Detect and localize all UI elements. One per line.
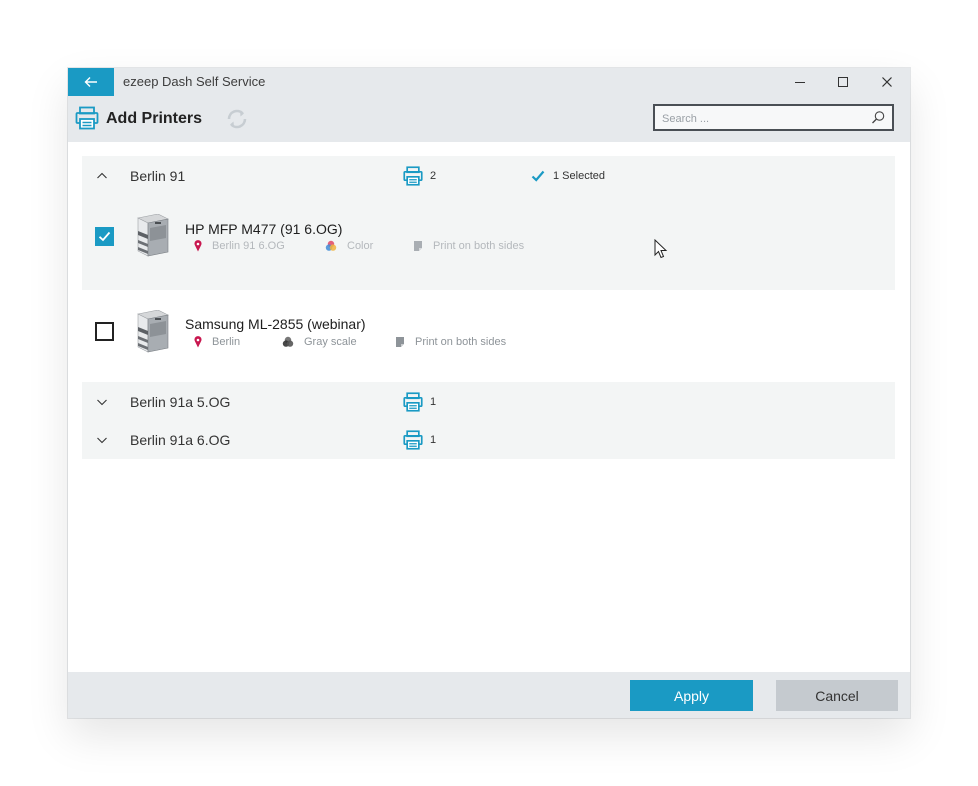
search-icon[interactable] [871,110,886,125]
location-text: Berlin 91 6.OG [212,240,285,252]
printer-item: HP MFP M477 (91 6.OG) Berlin 91 6.OG Col… [82,201,895,281]
printer-device-icon [137,310,169,353]
refresh-icon[interactable] [225,107,249,131]
maximize-icon [838,77,848,87]
printer-item: Samsung ML-2855 (webinar) Berlin Gray sc… [82,290,895,382]
printer-count: 1 [430,434,437,446]
printer-color-mode: Color [325,240,373,252]
duplex-icon [414,241,422,251]
location-text: Berlin [212,336,241,348]
location-pin-icon [194,240,202,252]
printer-duplex: Print on both sides [413,240,524,252]
printer-icon [403,430,423,450]
minimize-icon [795,82,805,83]
printer-count: 1 [430,396,437,408]
cancel-button[interactable]: Cancel [776,680,898,711]
color-mode-text: Gray scale [304,336,357,348]
apply-button[interactable]: Apply [630,680,753,711]
printer-name: HP MFP M477 (91 6.OG) [185,221,343,237]
title-bar: ezeep Dash Self Service [68,68,910,96]
printer-device-icon [137,214,169,257]
footer-bar: Apply Cancel [68,672,910,718]
printer-color-mode: Gray scale [282,336,357,348]
page-title: Add Printers [106,110,203,127]
printer-group-list: Berlin 91a 5.OG 1 Berlin 91a 6.OG 1 [82,382,895,459]
printer-checkbox[interactable] [95,322,114,341]
checkmark-icon [98,231,111,242]
chevron-up-icon [97,172,107,179]
search-box [653,104,894,131]
duplex-text: Print on both sides [433,240,525,252]
duplex-text: Print on both sides [415,336,507,348]
printer-icon [403,166,423,186]
group-name: Berlin 91 [130,168,186,184]
app-title: ezeep Dash Self Service [123,74,266,89]
toolbar: Add Printers [68,96,910,142]
grayscale-icon [282,336,294,347]
group-header-berlin-91a-6og[interactable]: Berlin 91a 6.OG 1 [82,421,895,459]
printer-checkbox[interactable] [95,227,114,246]
app-window: ezeep Dash Self Service Add Printers Sea… [68,68,910,718]
search-input[interactable] [660,106,864,131]
color-mode-text: Color [347,240,374,252]
duplex-icon [396,337,404,347]
printer-group: Berlin 91 2 1 Selected HP MFP M477 (91 6… [82,156,895,290]
group-header-berlin-91a-5og[interactable]: Berlin 91a 5.OG 1 [82,383,895,421]
printer-count: 2 [430,170,437,182]
group-name: Berlin 91a 5.OG [130,394,231,410]
back-arrow-icon [84,77,97,87]
selected-count: 1 Selected [553,170,605,182]
printer-location: Berlin 91 6.OG [194,240,285,252]
group-name: Berlin 91a 6.OG [130,432,231,448]
color-icon [325,240,337,251]
maximize-button[interactable] [821,68,865,96]
printer-name: Samsung ML-2855 (webinar) [185,316,366,332]
back-button[interactable] [68,68,114,96]
chevron-down-icon [97,437,107,444]
printer-location: Berlin [194,336,240,348]
printer-icon [403,392,423,412]
cursor-icon [654,239,668,259]
printer-icon [75,106,99,130]
location-pin-icon [194,336,202,348]
group-header-berlin-91[interactable]: Berlin 91 2 1 Selected [82,157,895,195]
minimize-button[interactable] [778,68,822,96]
printer-duplex: Print on both sides [395,336,506,348]
close-button[interactable] [865,68,909,96]
chevron-down-icon [97,399,107,406]
close-icon [882,77,892,87]
checkmark-icon [531,170,545,182]
